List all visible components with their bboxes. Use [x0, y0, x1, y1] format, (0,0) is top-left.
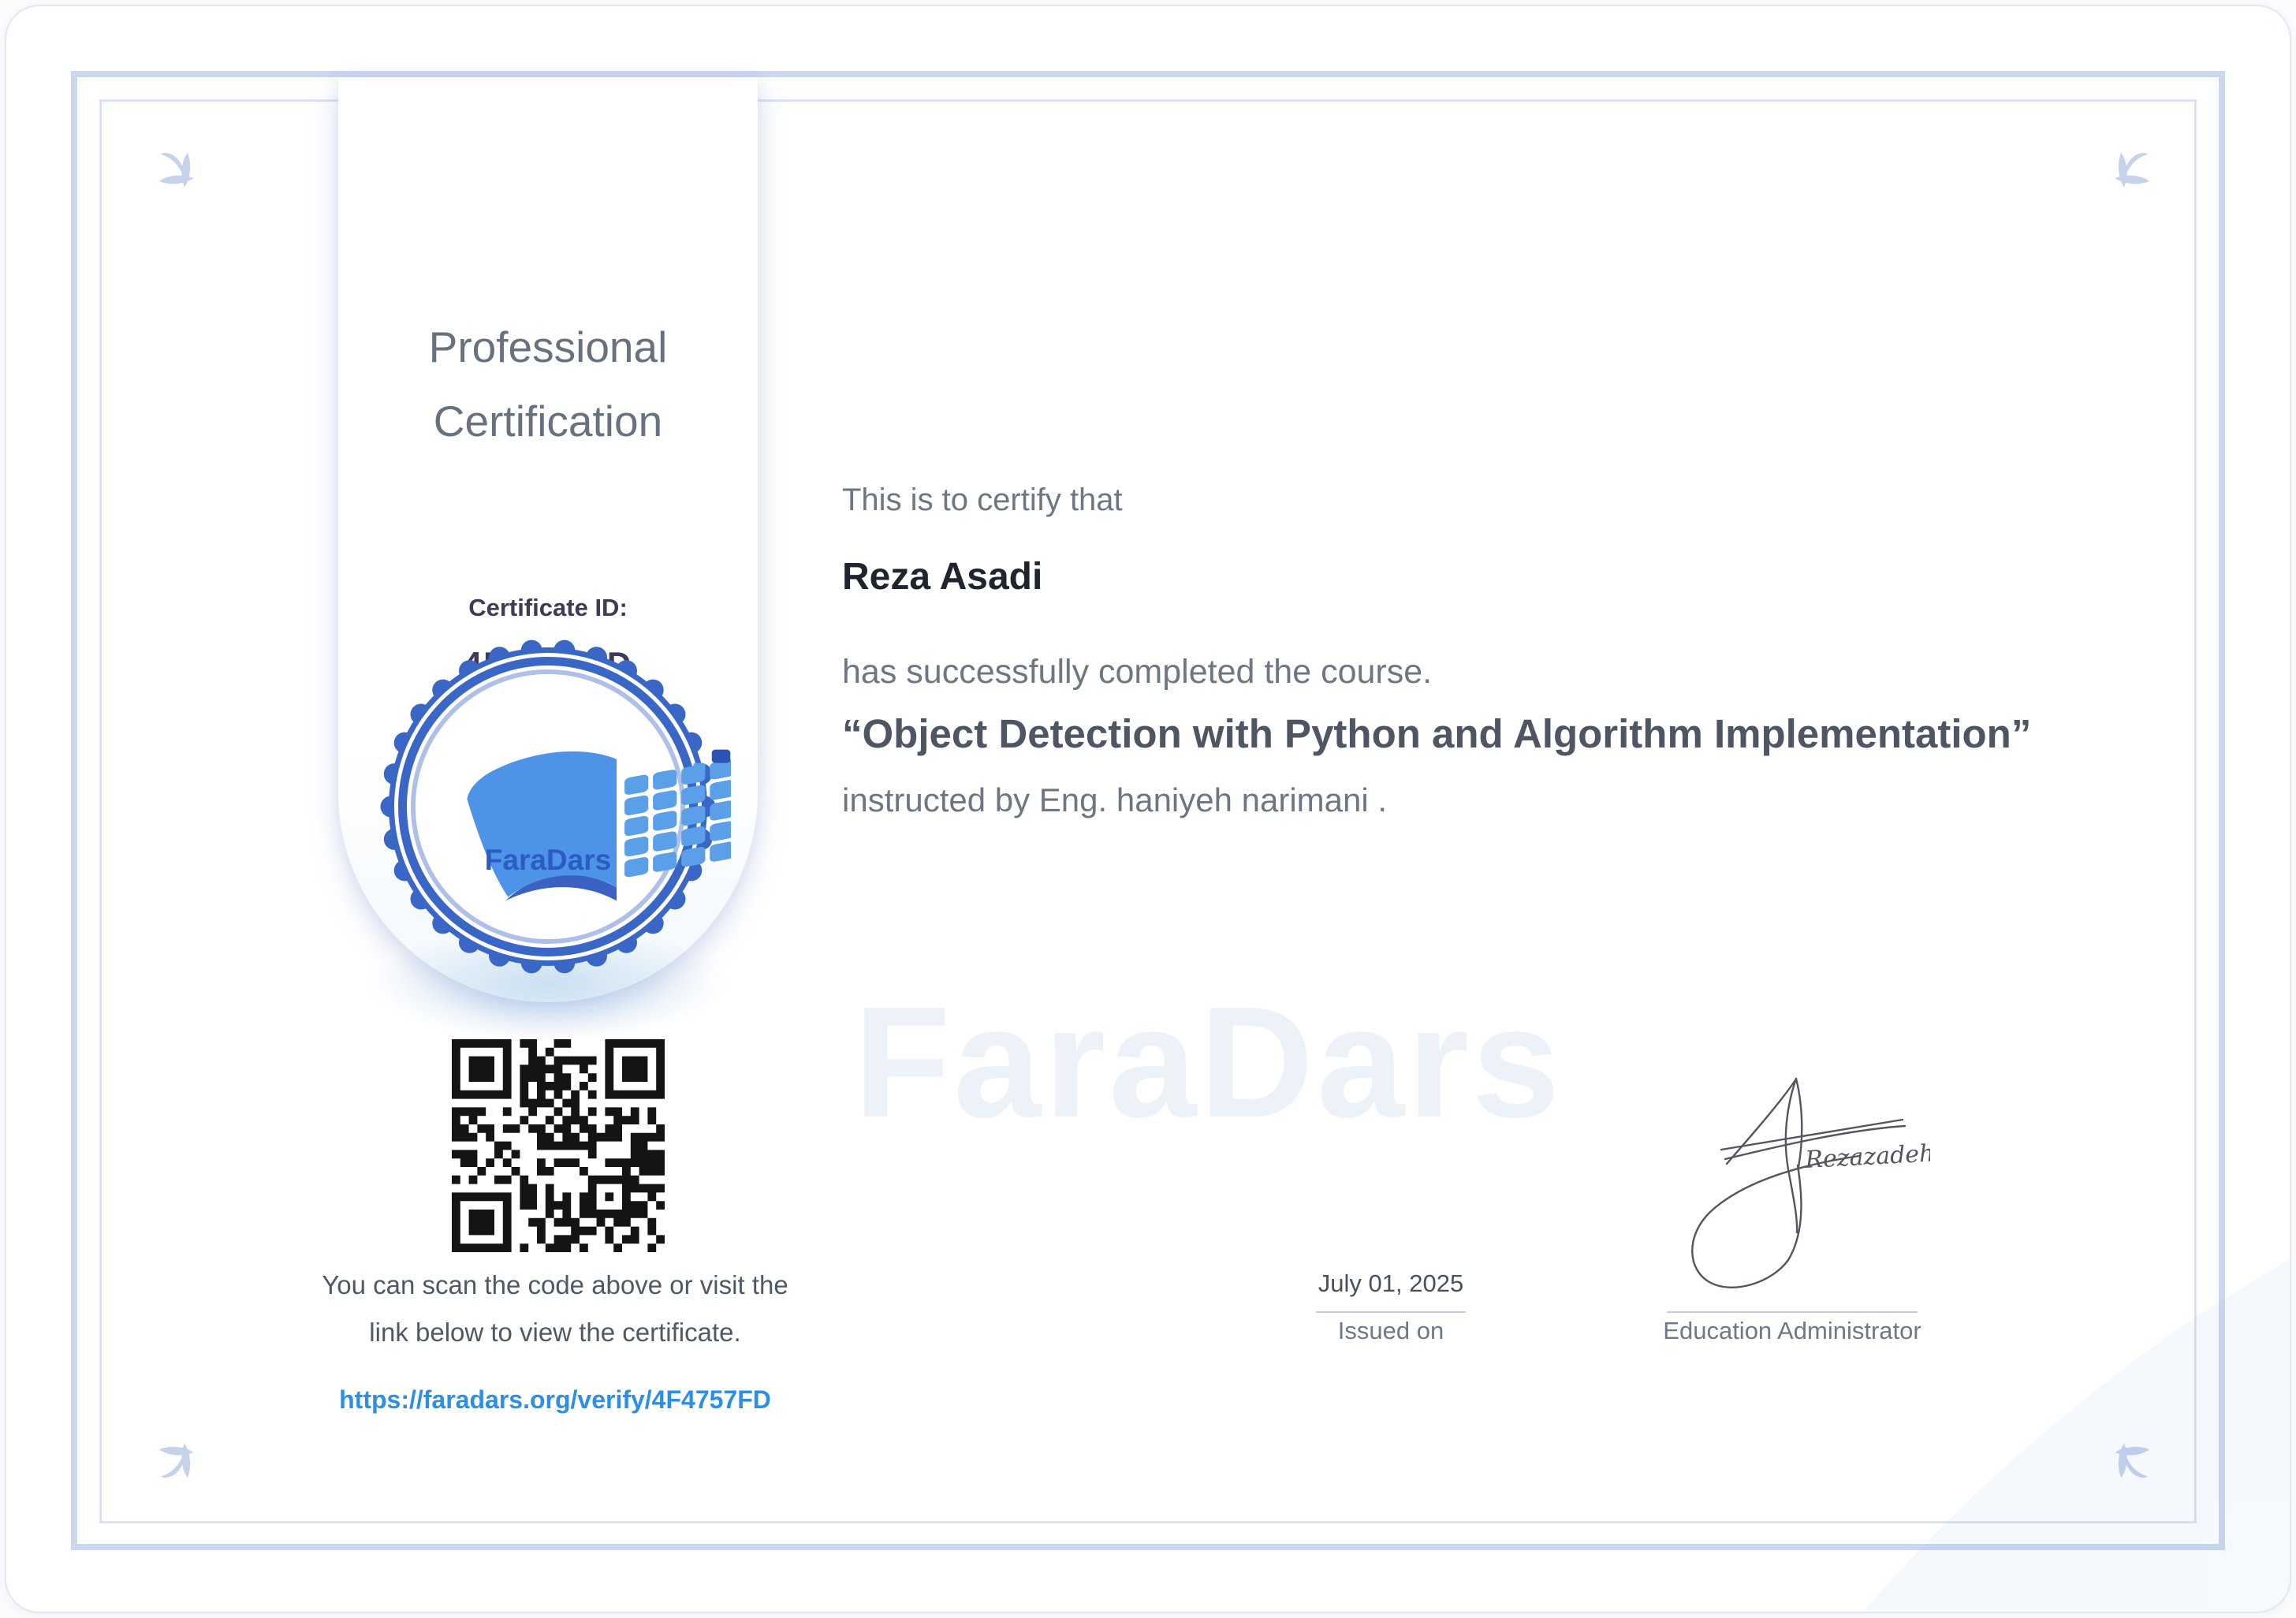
corner-flourish-icon — [2104, 150, 2152, 199]
certificate-card: FaraDars Professional Certification Cert… — [5, 5, 2291, 1613]
certificate-id-label: Certificate ID: — [338, 594, 758, 622]
brand-watermark-text: FaraDars — [854, 972, 1563, 1154]
faradars-seal-badge: FaraDars — [365, 624, 731, 990]
corner-flourish-icon — [156, 1432, 205, 1481]
signature-rule — [1667, 1311, 1918, 1313]
qr-caption: You can scan the code above or visit the… — [279, 1262, 831, 1356]
issue-date: July 01, 2025 — [1233, 1269, 1549, 1298]
recipient-name: Reza Asadi — [842, 555, 1042, 598]
signer-title-label: Education Administrator — [1642, 1317, 1942, 1345]
administrator-signature: Rezazadeh — [1678, 1071, 1930, 1299]
corner-flourish-icon — [2104, 1432, 2152, 1481]
certificate-type-heading: Professional Certification — [338, 310, 758, 458]
course-title: “Object Detection with Python and Algori… — [842, 710, 2031, 757]
qr-code — [452, 1039, 665, 1252]
verify-link[interactable]: https://faradars.org/verify/4F4757FD — [279, 1385, 831, 1415]
completion-text: has successfully completed the course. — [842, 653, 1432, 692]
qr-caption-line2: link below to view the certificate. — [279, 1309, 831, 1356]
instructor-text: instructed by Eng. haniyeh narimani . — [842, 781, 1387, 819]
badge-brand-name: FaraDars — [485, 844, 611, 876]
certify-intro-text: This is to certify that — [842, 483, 1123, 518]
corner-flourish-icon — [156, 150, 205, 199]
issue-date-rule — [1316, 1311, 1466, 1313]
qr-caption-line1: You can scan the code above or visit the — [279, 1262, 831, 1309]
signature-name: Rezazadeh — [1804, 1139, 1930, 1174]
issued-on-label: Issued on — [1233, 1317, 1549, 1345]
